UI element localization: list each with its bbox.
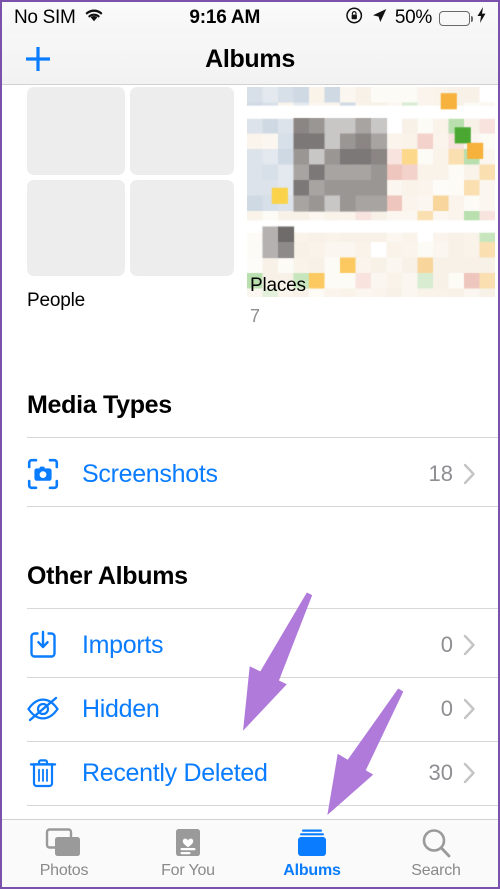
album-label-places: Places [250,275,306,296]
album-count-places: 7 [250,306,261,326]
chevron-right-icon [463,762,476,784]
row-screenshots[interactable]: Screenshots 18 [2,442,498,506]
tab-bar: Photos For You Albums Search [2,819,498,887]
hidden-eye-slash-icon [24,696,62,722]
chevron-right-icon [463,698,476,720]
wifi-icon [83,7,105,29]
tab-label-photos: Photos [39,862,89,879]
plus-icon[interactable] [22,43,54,75]
people-placeholder-grid [27,87,234,284]
row-label-recently-deleted: Recently Deleted [82,758,268,787]
tab-search[interactable]: Search [374,820,498,887]
album-card-people[interactable] [27,87,237,284]
row-count-imports: 0 [440,632,453,657]
separator-deleted-bottom [27,805,498,806]
scroll-top-divider [2,84,498,85]
row-label-screenshots: Screenshots [82,459,218,488]
places-map-mosaic [247,87,495,297]
album-label-people: People [27,290,85,311]
photos-stack-icon [43,827,85,859]
row-hidden[interactable]: Hidden 0 [2,677,498,741]
battery-icon [439,10,473,26]
for-you-card-heart-icon [172,827,204,859]
separator-media-types-top [27,437,498,438]
albums-scroll-view[interactable]: People Places 7 Media Types Screenshots … [2,84,498,819]
iphone-screen: No SIM 9:16 AM 50% Albums People Places … [0,0,500,889]
page-title: Albums [205,44,295,73]
chevron-right-icon [463,634,476,656]
status-bar: No SIM 9:16 AM 50% [2,2,498,34]
tab-photos[interactable]: Photos [2,820,126,887]
status-bar-right: 50% [345,6,486,31]
albums-thumbnail-grid: People Places 7 [2,87,498,326]
section-header-other-albums: Other Albums [27,562,188,590]
screenshots-icon [24,458,62,490]
tab-label-albums: Albums [283,862,341,879]
chevron-right-icon [463,463,476,485]
separator-other-top [27,608,498,609]
separator-media-types-bottom [27,506,498,507]
row-label-imports: Imports [82,630,164,659]
charging-bolt-icon [477,7,486,29]
row-label-hidden: Hidden [82,694,160,723]
albums-book-icon [293,827,331,859]
location-arrow-icon [371,7,388,30]
tab-albums[interactable]: Albums [250,820,374,887]
search-magnifier-icon [420,827,452,859]
row-count-hidden: 0 [440,696,453,721]
rotation-lock-icon [345,6,364,31]
section-header-media-types: Media Types [27,391,172,419]
row-recently-deleted[interactable]: Recently Deleted 30 [2,741,498,805]
row-imports[interactable]: Imports 0 [2,613,498,677]
battery-percent-label: 50% [394,7,432,28]
row-count-recently-deleted: 30 [428,760,453,785]
row-count-screenshots: 18 [428,461,453,486]
carrier-label: No SIM [14,7,76,28]
album-card-places[interactable] [247,87,495,297]
tab-for-you[interactable]: For You [126,820,250,887]
imports-icon [24,630,62,660]
trash-icon [24,758,62,788]
tab-label-search: Search [411,862,461,879]
navigation-bar: Albums [2,34,498,84]
clock-label: 9:16 AM [189,7,261,28]
tab-label-for-you: For You [161,862,215,879]
status-bar-left: No SIM [14,7,105,29]
